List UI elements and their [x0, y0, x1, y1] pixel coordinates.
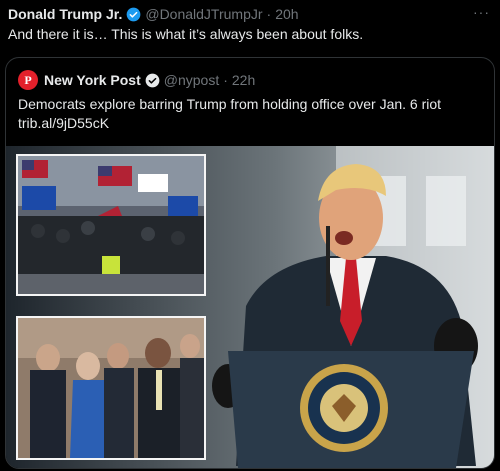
separator-dot: · — [223, 72, 228, 88]
quoted-headline: Democrats explore barring Trump from hol… — [18, 96, 442, 112]
quoted-tweet-text: Democrats explore barring Trump from hol… — [18, 95, 478, 133]
quoted-author-name[interactable]: New York Post — [44, 72, 141, 88]
verified-badge-icon — [126, 7, 141, 21]
quoted-tweet-card[interactable]: P New York Post @nypost · 22h Democrats … — [5, 57, 495, 469]
quoted-tweet-header: P New York Post @nypost · 22h — [18, 70, 255, 90]
quoted-tweet-time[interactable]: 22h — [232, 72, 255, 88]
officials-photo — [16, 316, 206, 460]
avatar[interactable]: P — [18, 70, 38, 90]
avatar-letter: P — [24, 72, 32, 87]
author-handle[interactable]: @DonaldJTrumpJr — [145, 6, 262, 22]
tweet-text: And there it is… This is what it’s alway… — [8, 26, 364, 42]
tweet-header: Donald Trump Jr. @DonaldJTrumpJr · 20h ·… — [8, 4, 492, 24]
quoted-author-handle[interactable]: @nypost — [164, 72, 219, 88]
verified-badge-icon — [145, 73, 160, 87]
media-image[interactable] — [6, 146, 494, 468]
crowd-photo — [16, 154, 206, 296]
more-dots-icon[interactable]: ··· — [473, 4, 490, 20]
separator-dot: · — [266, 6, 272, 22]
quoted-link[interactable]: trib.al/9jD55cK — [18, 114, 478, 133]
author-name[interactable]: Donald Trump Jr. — [8, 6, 122, 22]
tweet-time[interactable]: 20h — [275, 6, 298, 22]
